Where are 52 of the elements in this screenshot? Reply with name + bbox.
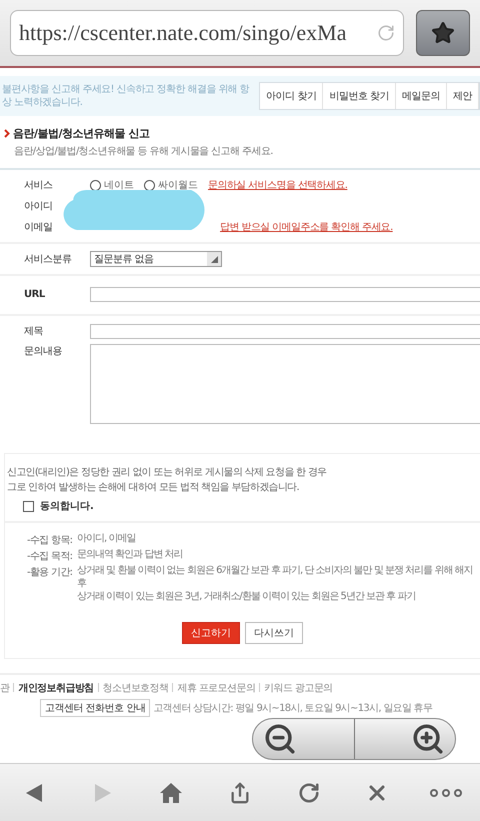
field-label: 서비스분류: [24, 253, 72, 266]
chevron-icon: [4, 129, 10, 138]
agreement-text: 그로 인하여 발생하는 손해에 대하여 모든 법적 책임을 부담하겠습니다.: [7, 481, 300, 494]
footer-link[interactable]: 제휴 프로모션문의: [177, 680, 256, 694]
address-field[interactable]: https://cscenter.nate.com/singo/exMa: [10, 10, 404, 56]
info-term: -수집 항목:: [27, 534, 74, 547]
more-icon: [430, 788, 462, 796]
home-icon: [160, 782, 182, 802]
field-label: 이메일: [24, 221, 54, 234]
forward-icon: [94, 784, 111, 802]
footer-link[interactable]: 청소년보호정책: [102, 680, 168, 694]
radio-circle[interactable]: [144, 180, 155, 190]
footer-link[interactable]: 개인정보취급방침: [18, 680, 94, 694]
subject-input[interactable]: [90, 324, 480, 338]
share-icon: [228, 782, 251, 804]
submit-button[interactable]: 신고하기: [182, 622, 240, 644]
radio-circle[interactable]: [90, 180, 101, 190]
bookmark-button[interactable]: [416, 10, 470, 56]
agreement-text: 신고인(대리인)은 정당한 권리 없이 또는 허위로 게시물의 삭제 요청을 한 경우: [7, 466, 328, 479]
phone-info-button[interactable]: 고객센터 전화번호 안내: [40, 698, 150, 716]
field-label: 서비스: [24, 179, 54, 192]
footer-link[interactable]: 관: [0, 680, 10, 694]
category-select[interactable]: 질문분류 없음: [90, 251, 222, 267]
form-subtitle: 음란/상업/불법/청소년유해물 등 유해 게시물을 신고해 주세요.: [13, 145, 274, 158]
hint-link[interactable]: 문의하실 서비스명을 선택하세요.: [208, 178, 348, 192]
reset-button[interactable]: 다시쓰기: [245, 622, 303, 644]
field-label: 제목: [24, 325, 44, 338]
field-label: URL: [24, 288, 46, 300]
info-text: 아이디, 이메일: [77, 533, 136, 546]
notice-text: 불편사항을 신고해 주세요! 신속하고 정확한 해결을 위해 항상 노력하겠습니다.: [2, 83, 250, 109]
zoom-out-icon: [263, 722, 297, 756]
info-term: -수집 목적:: [27, 550, 74, 563]
reload-icon: [298, 782, 320, 804]
form-title: 음란/불법/청소년유해물 신고: [13, 126, 150, 141]
checkbox-label: 동의합니다.: [40, 500, 94, 513]
url-input[interactable]: [90, 286, 480, 302]
back-icon: [26, 784, 42, 802]
info-term: -활용 기간:: [27, 566, 74, 580]
url-text: https://cscenter.nate.com/singo/exMa: [19, 20, 348, 46]
agree-checkbox-row[interactable]: 동의합니다.: [23, 499, 480, 513]
info-text: 상거래 및 환불 이력이 없는 회원은 6개월간 보관 후 파기, 단 소비자의 불만 및 분쟁 처리를 위해 해지 후: [77, 565, 474, 590]
field-label: 아이디: [24, 200, 54, 213]
info-text: 문의내역 확인과 답변 처리: [77, 549, 183, 562]
footer-link[interactable]: 키워드 광고문의: [264, 680, 333, 694]
field-label: 문의내용: [24, 345, 63, 358]
info-text: 상거래 이력이 있는 회원은 3년, 거래취소/환불 이력이 있는 회원은 5년간 보관 후 파기: [77, 591, 416, 604]
zoom-in-icon: [411, 722, 445, 756]
star-icon: [431, 21, 455, 45]
hint-link[interactable]: 답변 받으실 이메일주소를 확인해 주세요.: [220, 220, 393, 234]
checkbox[interactable]: [23, 500, 34, 512]
hours-text: 고객센터 상담시간: 평일 9시~18시, 토요일 9시~13시, 일요일 휴무: [153, 702, 432, 714]
dropdown-icon: [207, 252, 221, 266]
